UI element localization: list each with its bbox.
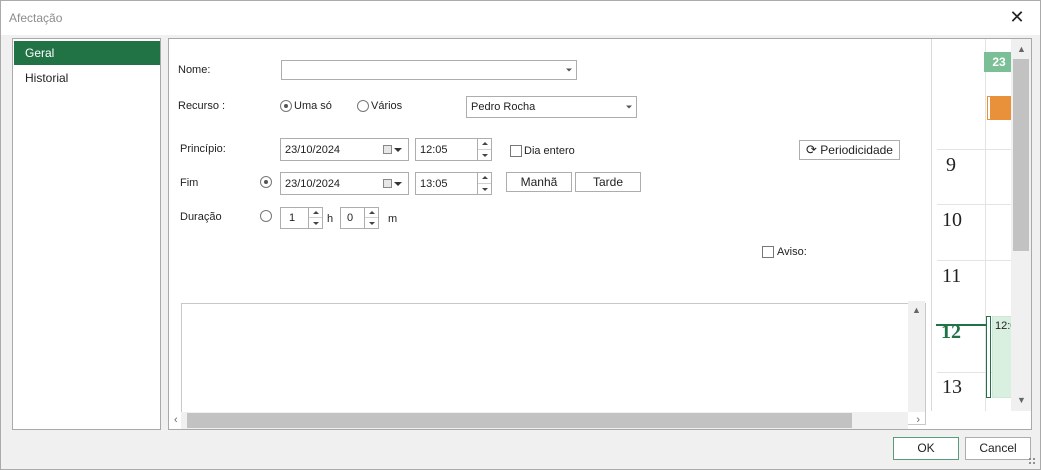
scroll-right-icon[interactable]: ›	[916, 414, 920, 426]
spin-down-icon[interactable]	[309, 218, 322, 228]
periodicidade-label: Periodicidade	[820, 143, 893, 157]
notes-vertical-scrollbar[interactable]: ▲	[908, 301, 925, 412]
refresh-icon: ⟳	[806, 142, 817, 157]
fim-label: Fim	[180, 177, 199, 189]
spin-up-icon[interactable]	[478, 173, 491, 184]
spin-down-icon[interactable]	[365, 218, 378, 228]
fim-time-field[interactable]: 13:05	[415, 172, 492, 195]
radio-uma-so[interactable]	[280, 100, 292, 112]
scroll-left-icon[interactable]: ‹	[174, 414, 178, 426]
dia-entero-checkbox[interactable]	[510, 145, 522, 157]
time-spinner[interactable]	[477, 139, 491, 160]
fim-date-field[interactable]: 23/10/2024	[280, 172, 409, 195]
calendar-icon[interactable]	[383, 179, 392, 188]
scroll-up-icon[interactable]: ▲	[912, 305, 921, 315]
scrollbar-thumb[interactable]	[187, 413, 852, 428]
aviso-label[interactable]: Aviso:	[777, 246, 807, 258]
radio-uma-so-label[interactable]: Uma só	[294, 100, 332, 112]
radio-varios[interactable]	[357, 100, 369, 112]
duracao-hours-field[interactable]: 1	[280, 207, 323, 229]
hour-line	[937, 149, 1017, 150]
recurso-combobox[interactable]: Pedro Rocha	[466, 96, 637, 118]
spin-up-icon[interactable]	[309, 208, 322, 218]
hour-12: 12	[941, 321, 961, 343]
close-icon[interactable]: ✕	[1002, 4, 1032, 30]
hour-10: 10	[942, 209, 962, 231]
hours-spinner[interactable]	[308, 208, 322, 228]
scroll-down-icon[interactable]: ▼	[1017, 395, 1026, 405]
nome-combobox[interactable]	[281, 60, 577, 80]
duracao-label: Duração	[180, 211, 222, 223]
principio-time-field[interactable]: 12:05	[415, 138, 492, 161]
nav-item-geral[interactable]: Geral	[14, 41, 160, 65]
hour-11: 11	[942, 265, 962, 287]
recurso-value: Pedro Rocha	[471, 101, 536, 113]
duracao-minutes-field[interactable]: 0	[340, 207, 379, 229]
ok-button[interactable]: OK	[893, 437, 959, 460]
nav-item-historial[interactable]: Historial	[14, 66, 160, 90]
notes-textarea[interactable]	[181, 303, 926, 425]
cancel-button[interactable]: Cancel	[965, 437, 1031, 460]
duracao-hours-value: 1	[289, 212, 296, 224]
chevron-down-icon[interactable]	[394, 182, 402, 186]
minutes-spinner[interactable]	[364, 208, 378, 228]
day-header[interactable]: 23	[984, 52, 1014, 72]
scrollbar-thumb[interactable]	[1013, 59, 1029, 251]
calendar-icon[interactable]	[383, 145, 392, 154]
chevron-down-icon[interactable]	[394, 148, 402, 152]
window-title: Afectação	[9, 11, 63, 25]
fim-time-value: 13:05	[420, 177, 448, 190]
hour-line	[937, 204, 1017, 205]
hour-9: 9	[946, 154, 956, 176]
title-bar: Afectação ✕	[1, 1, 1040, 35]
spin-up-icon[interactable]	[478, 139, 491, 150]
aviso-checkbox[interactable]	[762, 246, 774, 258]
notes-horizontal-scrollbar[interactable]: ‹ ›	[174, 412, 920, 429]
chevron-down-icon[interactable]	[566, 68, 572, 72]
fim-date-value: 23/10/2024	[285, 177, 341, 190]
tarde-button[interactable]: Tarde	[575, 172, 641, 192]
spin-down-icon[interactable]	[478, 184, 491, 195]
scroll-up-icon[interactable]: ▲	[1017, 44, 1026, 54]
radio-fim[interactable]	[260, 176, 272, 188]
recurso-label: Recurso :	[178, 100, 226, 112]
principio-time-value: 12:05	[420, 143, 448, 156]
radio-duracao[interactable]	[260, 210, 272, 222]
principio-date-field[interactable]: 23/10/2024	[280, 138, 409, 161]
time-spinner[interactable]	[477, 173, 491, 194]
dialog-window: Afectação ✕ Geral Historial Nome: Recurs…	[0, 0, 1041, 470]
nome-label: Nome:	[178, 64, 211, 76]
hour-line	[937, 260, 1017, 261]
hour-13: 13	[942, 376, 962, 398]
calendar-vertical-scrollbar[interactable]: ▲ ▼	[1011, 39, 1031, 411]
principio-date-value: 23/10/2024	[285, 143, 341, 156]
nav-panel: Geral Historial	[12, 38, 161, 430]
resize-grip-icon[interactable]	[1028, 457, 1036, 465]
spin-up-icon[interactable]	[365, 208, 378, 218]
hours-unit: h	[327, 213, 334, 225]
periodicidade-button[interactable]: ⟳ Periodicidade	[799, 140, 900, 160]
content-panel: Nome: Recurso : Uma só Vários Pedro Roch…	[168, 38, 1032, 430]
principio-label: Princípio:	[180, 143, 226, 155]
manha-button[interactable]: Manhã	[506, 172, 572, 192]
dia-entero-label[interactable]: Dia entero	[524, 145, 575, 157]
radio-varios-label[interactable]: Vários	[371, 100, 402, 112]
chevron-down-icon[interactable]	[626, 105, 632, 109]
spin-down-icon[interactable]	[478, 150, 491, 161]
duracao-minutes-value: 0	[347, 212, 354, 224]
minutes-unit: m	[388, 213, 398, 225]
appointment-selected-edge	[986, 316, 991, 398]
